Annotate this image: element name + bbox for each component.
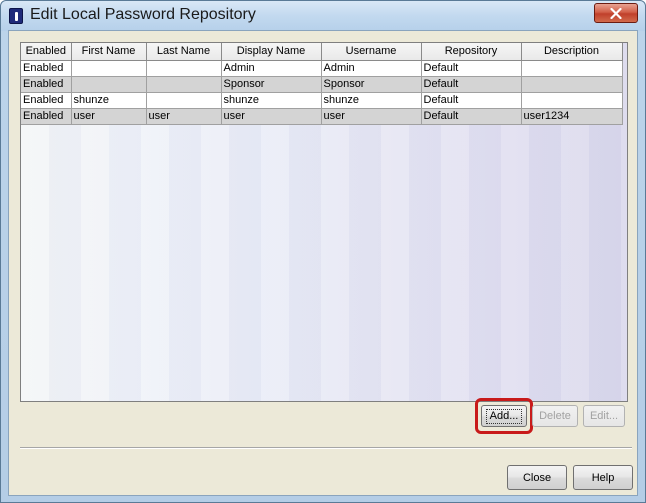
cell-first-name xyxy=(71,60,147,77)
delete-button-label: Delete xyxy=(539,410,571,422)
cell-enabled: Enabled xyxy=(21,60,72,77)
cell-repository: Default xyxy=(421,76,522,93)
cell-username: Sponsor xyxy=(321,76,422,93)
column-header-description[interactable]: Description xyxy=(521,43,623,61)
cell-display-name: Admin xyxy=(221,60,322,77)
users-table-panel[interactable]: Enabled First Name Last Name Display Nam… xyxy=(20,42,628,402)
edit-button-label: Edit... xyxy=(589,410,619,422)
users-table: Enabled First Name Last Name Display Nam… xyxy=(21,43,623,125)
close-x-icon xyxy=(610,7,622,19)
column-header-display-name[interactable]: Display Name xyxy=(221,43,322,61)
cell-display-name: shunze xyxy=(221,92,322,109)
cell-repository: Default xyxy=(421,108,522,125)
cell-repository: Default xyxy=(421,92,522,109)
cell-first-name: shunze xyxy=(71,92,147,109)
column-header-repository[interactable]: Repository xyxy=(421,43,522,61)
window-title: Edit Local Password Repository xyxy=(30,6,256,23)
table-row[interactable]: Enabled Sponsor Sponsor Default xyxy=(21,76,623,93)
table-row[interactable]: Enabled user user user user Default user… xyxy=(21,108,623,125)
cell-last-name xyxy=(146,60,222,77)
cell-enabled: Enabled xyxy=(21,76,72,93)
dialog-window: Edit Local Password Repository Enabled F… xyxy=(0,0,646,503)
cell-description xyxy=(521,76,623,93)
cell-description xyxy=(521,60,623,77)
app-logo-icon xyxy=(9,8,23,24)
window-close-button[interactable] xyxy=(594,3,638,23)
divider xyxy=(20,447,632,449)
help-button[interactable]: Help xyxy=(573,465,633,490)
table-header-row: Enabled First Name Last Name Display Nam… xyxy=(21,43,623,61)
edit-button[interactable]: Edit... xyxy=(583,405,625,427)
cell-enabled: Enabled xyxy=(21,108,72,125)
cell-username: shunze xyxy=(321,92,422,109)
cell-description: user1234 xyxy=(521,108,623,125)
close-button[interactable]: Close xyxy=(507,465,567,490)
cell-display-name: user xyxy=(221,108,322,125)
cell-first-name: user xyxy=(71,108,147,125)
cell-description xyxy=(521,92,623,109)
cell-enabled: Enabled xyxy=(21,92,72,109)
cell-display-name: Sponsor xyxy=(221,76,322,93)
title-bar[interactable]: Edit Local Password Repository xyxy=(1,1,645,31)
table-row[interactable]: Enabled Admin Admin Default xyxy=(21,60,623,77)
column-header-last-name[interactable]: Last Name xyxy=(146,43,222,61)
cell-username: Admin xyxy=(321,60,422,77)
column-header-enabled[interactable]: Enabled xyxy=(21,43,72,61)
cell-last-name xyxy=(146,92,222,109)
cell-repository: Default xyxy=(421,60,522,77)
help-button-label: Help xyxy=(591,471,615,484)
cell-last-name: user xyxy=(146,108,222,125)
cell-last-name xyxy=(146,76,222,93)
column-header-first-name[interactable]: First Name xyxy=(71,43,147,61)
delete-button[interactable]: Delete xyxy=(532,405,578,427)
close-button-label: Close xyxy=(522,471,552,484)
add-button[interactable]: Add... xyxy=(481,405,527,427)
dialog-body: Enabled First Name Last Name Display Nam… xyxy=(8,30,638,496)
cell-first-name xyxy=(71,76,147,93)
table-row[interactable]: Enabled shunze shunze shunze Default xyxy=(21,92,623,109)
add-button-label: Add... xyxy=(485,408,523,424)
column-header-username[interactable]: Username xyxy=(321,43,422,61)
cell-username: user xyxy=(321,108,422,125)
